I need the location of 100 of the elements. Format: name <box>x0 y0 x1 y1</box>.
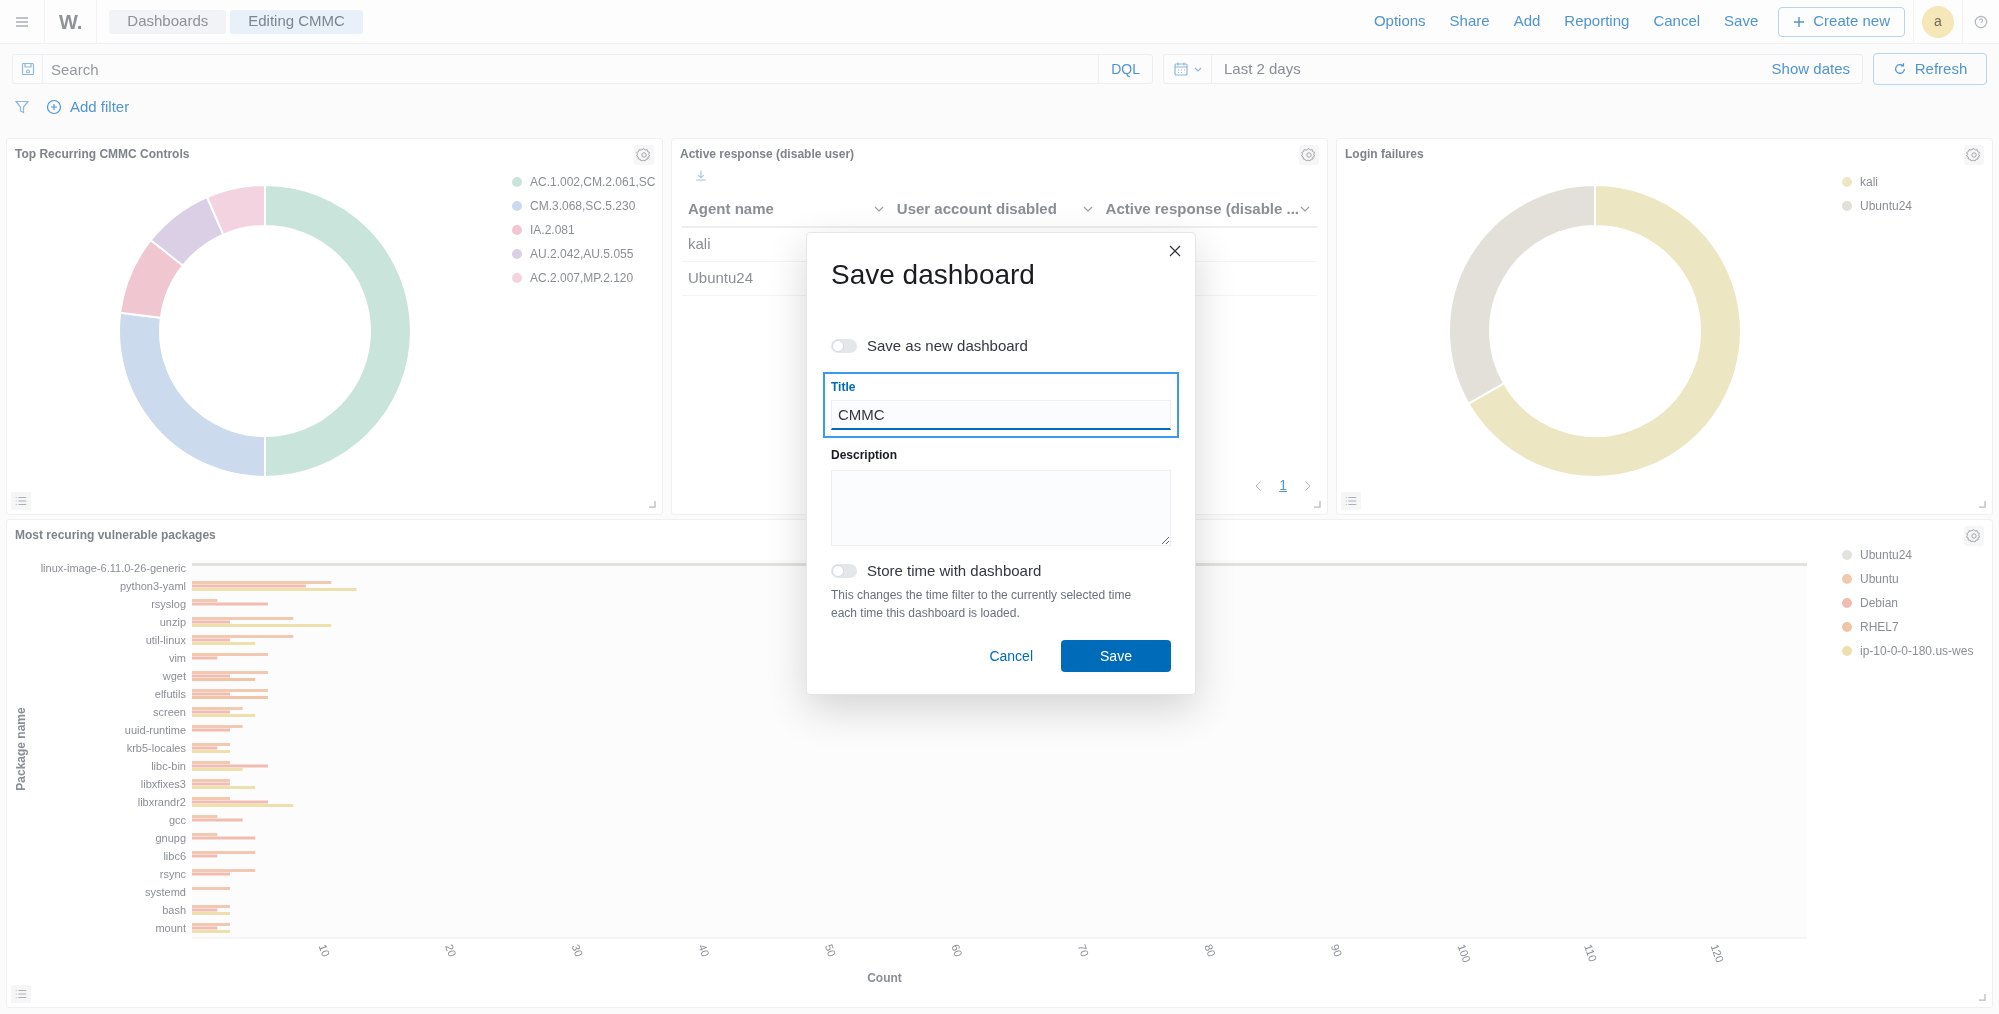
download-icon <box>694 169 708 183</box>
nav-link[interactable]: Cancel <box>1641 10 1713 33</box>
tick-label: 110 <box>1582 942 1600 964</box>
settings-button[interactable] <box>1964 526 1984 546</box>
settings-button[interactable] <box>1964 145 1984 165</box>
breadcrumb[interactable]: Editing CMMC <box>230 9 363 34</box>
category-label: libc-bin <box>151 760 186 772</box>
resize-handle-icon <box>1978 993 1986 1001</box>
title-input[interactable]: CMMC <box>831 399 1171 430</box>
settings-button[interactable] <box>1299 145 1319 165</box>
tick-label: 120 <box>1708 942 1727 964</box>
list-icon <box>1344 494 1358 508</box>
legend-label[interactable]: ip-10-0-0-180.us-wes <box>1860 642 1974 660</box>
legend-label[interactable]: IA.2.081 <box>530 221 575 239</box>
create-new-button[interactable]: Create new <box>1778 6 1905 37</box>
column-header[interactable]: Active response (disable ... <box>1105 197 1299 221</box>
legend-label[interactable]: Ubuntu24 <box>1860 546 1913 564</box>
panel-title: Login failures <box>1345 146 1424 163</box>
refresh-button[interactable]: Refresh <box>1873 53 1987 85</box>
resize-handle-icon <box>1978 500 1986 508</box>
help-text: This changes the time filter to the currently selected time each time this dashboard is loaded. <box>831 587 1133 622</box>
legend-label[interactable]: kali <box>1860 173 1878 191</box>
toggle-switch[interactable] <box>831 339 857 354</box>
nav-link[interactable]: Save <box>1712 10 1771 33</box>
page-number[interactable]: 1 <box>1279 475 1287 496</box>
table-cell-text: Ubuntu24 <box>688 268 754 289</box>
filter-icon <box>14 99 30 115</box>
nav-link[interactable]: Options <box>1361 10 1438 33</box>
close-icon <box>1169 245 1181 257</box>
search-bar[interactable]: Search DQL <box>12 54 1153 84</box>
bar <box>192 887 230 890</box>
category-label: vim <box>168 652 186 664</box>
legend-toggle-button[interactable] <box>11 492 31 510</box>
field-label: Description <box>831 446 898 464</box>
panel-title: Most recuring vulnerable packages <box>15 527 216 544</box>
column-header[interactable]: Agent name <box>688 197 774 221</box>
category-label: krb5-locales <box>126 742 186 754</box>
add-filter-button[interactable]: Add filter <box>46 95 130 119</box>
gear-icon <box>636 147 652 163</box>
refresh-icon <box>1892 62 1907 76</box>
legend-label[interactable]: Ubuntu24 <box>1860 197 1913 215</box>
legend-toggle-button[interactable] <box>1341 492 1361 510</box>
legend-label[interactable]: Ubuntu <box>1860 570 1899 588</box>
category-label: rsyslog <box>151 598 186 610</box>
category-label: gnupg <box>155 832 186 844</box>
tick-label: 80 <box>1202 942 1218 959</box>
query-language-button[interactable]: DQL <box>1098 55 1152 83</box>
legend-label[interactable]: Debian <box>1860 594 1899 612</box>
resize-handle-icon <box>1313 500 1321 508</box>
category-label: bash <box>162 904 186 916</box>
column-header[interactable]: User account disabled <box>896 197 1057 221</box>
toggle-label: Store time with dashboard <box>867 560 1042 581</box>
category-label: screen <box>152 706 186 718</box>
tick-label: 50 <box>822 942 839 959</box>
legend-label[interactable]: AU.2.042,AU.5.055 <box>530 245 634 263</box>
cancel-button[interactable]: Cancel <box>985 645 1037 667</box>
category-label: elfutils <box>154 688 186 700</box>
date-range[interactable]: Last 2 days <box>1212 57 1313 81</box>
breadcrumb[interactable]: Dashboards <box>109 9 227 34</box>
category-label: libxfixes3 <box>140 778 186 790</box>
legend-toggle-button[interactable] <box>11 985 31 1003</box>
tick-label: 100 <box>1455 942 1474 964</box>
tick-label: 20 <box>443 942 459 959</box>
legend-label[interactable]: AC.2.007,MP.2.120 <box>530 269 634 287</box>
category-label: systemd <box>145 886 186 898</box>
tick-label: 90 <box>1328 942 1345 959</box>
category-label: python3-yaml <box>119 580 186 592</box>
tick-label: 40 <box>696 942 712 959</box>
panel-title: Active response (disable user) <box>680 146 855 163</box>
dialog-title: Save dashboard <box>831 258 1036 292</box>
save-button[interactable]: Save <box>1061 640 1171 672</box>
toggle-switch[interactable] <box>831 563 857 578</box>
nav-link[interactable]: Reporting <box>1552 10 1642 33</box>
legend-label[interactable]: RHEL7 <box>1860 618 1899 636</box>
legend-label[interactable]: AC.1.002,CM.2.061,SC <box>530 173 656 191</box>
legend-label[interactable]: CM.3.068,SC.5.230 <box>530 197 636 215</box>
table-cell-text: kali <box>688 234 711 255</box>
calendar-icon <box>1172 61 1189 77</box>
nav-link[interactable]: Share <box>1437 10 1502 33</box>
toggle-label: Save as new dashboard <box>867 336 1028 356</box>
close-button[interactable] <box>1167 243 1183 259</box>
logo[interactable]: W. <box>59 6 83 37</box>
show-dates-link[interactable]: Show dates <box>1759 57 1862 81</box>
settings-button[interactable] <box>634 145 654 165</box>
category-label: gcc <box>168 814 186 826</box>
list-icon <box>14 494 28 508</box>
tick-label: 70 <box>1075 942 1092 959</box>
user-avatar[interactable]: a <box>1922 5 1954 38</box>
category-label: uuid-runtime <box>124 724 186 736</box>
list-icon <box>14 987 28 1001</box>
category-label: mount <box>155 922 186 934</box>
plus-circle-icon <box>46 99 62 115</box>
field-label: Title <box>831 378 857 396</box>
description-textarea[interactable] <box>831 469 1171 546</box>
axis-title: Count <box>867 971 902 985</box>
tick-label: 60 <box>949 942 965 959</box>
axis-title: Package name <box>14 707 28 791</box>
nav-link[interactable]: Add <box>1501 10 1553 33</box>
category-label: unzip <box>159 616 186 628</box>
tick-label: 10 <box>316 942 333 959</box>
